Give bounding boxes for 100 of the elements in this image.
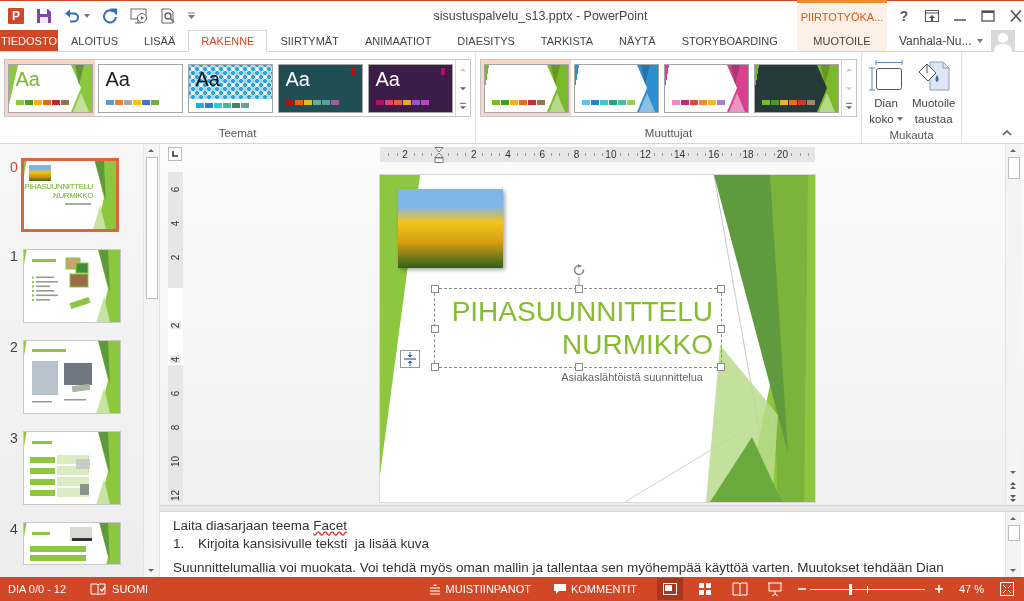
comments-button[interactable]: KOMMENTIT — [570, 583, 637, 595]
theme-sample-text: Aa — [285, 67, 310, 90]
resize-handle[interactable] — [431, 285, 439, 293]
notes-paragraph: Suunnittelumallia voi muokata. Voi tehdä myös oman mallin ja tallentaa sen myöhempää käyttöä varten. Muutokset tehdään Dian — [173, 559, 944, 577]
theme-sample-text: Aa — [15, 67, 40, 90]
scroll-thumb[interactable] — [1007, 157, 1020, 179]
theme-option[interactable]: Aa — [365, 60, 455, 116]
ribbon-tab[interactable]: ALOITUS — [58, 30, 132, 51]
save-icon[interactable] — [36, 7, 52, 24]
slide-thumbnail[interactable] — [23, 431, 121, 505]
resize-handle[interactable] — [717, 325, 725, 333]
accent-shape-drawing — [96, 250, 120, 322]
ribbon-tab[interactable]: TARKISTA — [527, 30, 606, 51]
ruler-number: 4 — [170, 219, 181, 227]
notes-paragraph: 1. Kirjoita kansisivulle teksti ja lisää kuva — [173, 535, 430, 553]
group-label: Mukauta — [889, 128, 934, 143]
panel-view-icon[interactable] — [656, 578, 683, 600]
caret-icon[interactable] — [84, 13, 90, 18]
resize-handle[interactable] — [575, 363, 583, 371]
scroll-thumb[interactable] — [1007, 525, 1020, 541]
format-background-button[interactable]: Muotoile taustaa — [910, 59, 958, 127]
resize-handle[interactable] — [717, 363, 725, 371]
ruler-number: 6 — [538, 149, 547, 160]
theme-option[interactable]: Aa — [95, 60, 185, 116]
minus-icon[interactable] — [797, 585, 806, 593]
ruler-number: 2 — [401, 149, 409, 160]
rotate-handle[interactable] — [572, 264, 586, 288]
zoom-slider-thumb[interactable] — [849, 583, 853, 595]
ruler-number: 2 — [170, 253, 181, 261]
plus-icon[interactable] — [934, 585, 943, 593]
ruler-number: 6 — [170, 389, 181, 397]
theme-sample-text: Aa — [105, 67, 130, 90]
collapse-ribbon-icon[interactable] — [1002, 130, 1012, 136]
customize-caret-icon[interactable] — [188, 12, 195, 19]
ruler-number: 10 — [604, 149, 618, 160]
resize-handle[interactable] — [431, 363, 439, 371]
ribbon-tab[interactable]: TIEDOSTO — [0, 30, 58, 51]
layout-options-icon[interactable] — [400, 350, 420, 368]
slide-number: 0 — [9, 160, 19, 174]
ribbon-tab[interactable]: SIIRTYMÄT — [267, 30, 352, 51]
help-button[interactable]: ? — [897, 7, 911, 24]
ribbon-tab[interactable]: MUOTOILE — [797, 30, 887, 51]
ruler-number: 2 — [170, 321, 181, 329]
slide-thumbnail[interactable] — [23, 249, 121, 323]
repeat-icon[interactable] — [102, 7, 118, 24]
ruler-number: 4 — [170, 355, 181, 363]
slide-size-icon — [868, 59, 904, 91]
fit-to-window-icon[interactable] — [1000, 582, 1014, 596]
ruler-number: 20 — [775, 149, 789, 160]
ribbon-tab[interactable]: NÄYTÄ — [606, 30, 669, 51]
slide-number: 3 — [9, 431, 19, 445]
caret-icon[interactable] — [976, 38, 983, 43]
theme-option[interactable]: Aa — [275, 60, 365, 116]
ribbon-tab[interactable]: LISÄÄ — [131, 30, 189, 51]
slide-number: 2 — [9, 340, 19, 354]
window-title: sisustuspalvelu_s13.pptx - PowerPoint — [433, 8, 648, 23]
book-check-icon[interactable] — [90, 582, 107, 596]
account-name[interactable]: Vanhala-Nu... — [899, 33, 972, 48]
slide-subtitle: Asiakaslähtöistä suunnittelua — [561, 371, 703, 383]
resize-handle[interactable] — [717, 285, 725, 293]
ruler-number: 10 — [170, 454, 181, 468]
theme-sample-text: Aa — [375, 67, 400, 90]
speech-bubble-icon[interactable] — [552, 583, 567, 595]
thumbnail-title: PIHASUUNNITTELU NURMIKKO — [24, 182, 93, 200]
maximize-icon[interactable] — [981, 9, 995, 22]
vertical-scrollbar[interactable] — [143, 144, 159, 577]
ruler-number: 8 — [572, 149, 581, 160]
ribbon-tab[interactable]: STORYBOARDING — [668, 30, 791, 51]
ruler-number: 16 — [707, 149, 721, 160]
zoom-level[interactable]: 47 % — [958, 583, 984, 595]
accent-shape-drawing — [96, 432, 120, 504]
ruler-number: 14 — [672, 149, 687, 160]
ribbon-tab[interactable]: RAKENNE — [188, 30, 268, 52]
slideshow-icon[interactable] — [130, 7, 148, 24]
ruler-number: 4 — [504, 149, 512, 160]
resize-handle[interactable] — [431, 325, 439, 333]
text-line-drawing — [65, 203, 91, 205]
undo-icon[interactable] — [64, 7, 80, 24]
tab-selector-icon[interactable] — [168, 147, 182, 161]
indent-marker-icon[interactable] — [434, 146, 445, 163]
slide-size-button[interactable]: Dian koko — [866, 59, 906, 127]
scroll-thumb[interactable] — [145, 157, 158, 299]
ribbon-tab[interactable]: ANIMAATIOT — [351, 30, 445, 51]
slide-counter: DIA 0/0 - 12 — [8, 583, 67, 595]
print-preview-icon[interactable] — [160, 7, 176, 24]
notes-button[interactable]: MUISTIINPANOT — [445, 583, 531, 595]
slide-thumbnail[interactable] — [23, 522, 121, 565]
app-logo: P — [8, 7, 24, 24]
slide-thumbnail[interactable] — [23, 340, 121, 414]
vertical-scrollbar[interactable] — [1005, 144, 1021, 505]
ruler-number: 12 — [638, 149, 652, 160]
language-indicator[interactable]: SUOMI — [112, 583, 149, 595]
vertical-scrollbar[interactable] — [1005, 512, 1021, 577]
ruler-number: 18 — [741, 149, 755, 160]
ruler-number: 12 — [170, 488, 181, 502]
photo-placeholder — [29, 165, 51, 181]
resize-handle[interactable] — [575, 285, 583, 293]
ribbon-tab[interactable]: DIAESITYS — [444, 30, 528, 51]
ribbon-display-icon[interactable] — [925, 9, 939, 22]
close-icon[interactable] — [1009, 9, 1023, 22]
